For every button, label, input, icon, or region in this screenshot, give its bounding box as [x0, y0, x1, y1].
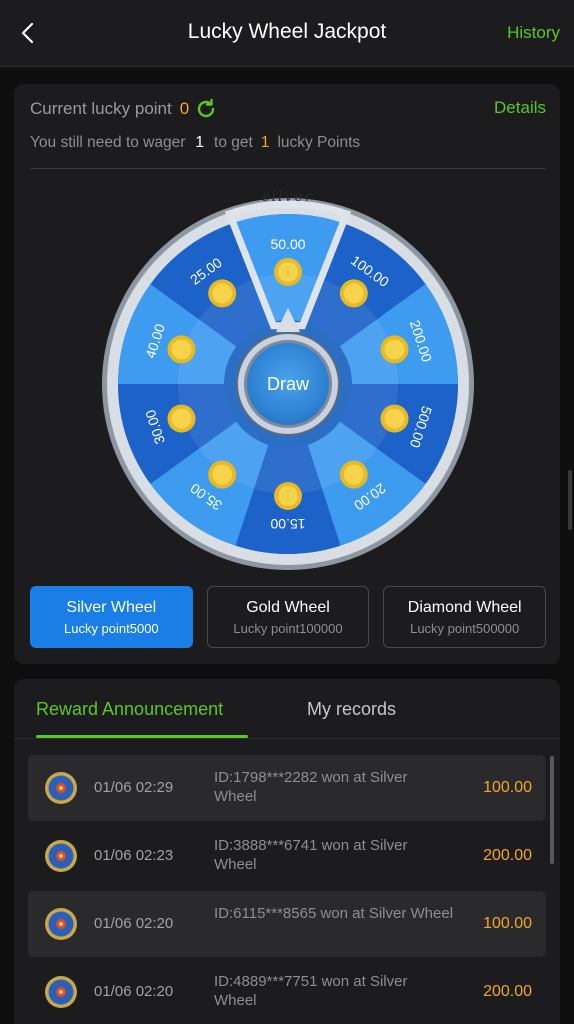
- list-item: 01/06 02:29 ID:1798***2282 won at Silver…: [28, 755, 546, 821]
- announcement-panel: Reward Announcement My records 01/06 02:…: [14, 679, 560, 1024]
- coin-face: [278, 486, 298, 506]
- tab-requirement: Lucky point500000: [410, 620, 520, 636]
- wager-points: 1: [260, 134, 270, 151]
- record-amount: 200.00: [483, 983, 532, 1000]
- record-amount: 100.00: [483, 915, 532, 932]
- history-link[interactable]: History: [507, 23, 560, 43]
- tab-diamond-wheel[interactable]: Diamond Wheel Lucky point500000: [383, 586, 547, 648]
- record-text: ID:3888***6741 won at Silver Wheel: [214, 837, 408, 873]
- tab-reward-announcement[interactable]: Reward Announcement: [36, 699, 223, 720]
- coin-face: [343, 283, 364, 304]
- lucky-point-label: Current lucky point: [30, 99, 172, 118]
- wager-amount: 1: [195, 134, 205, 151]
- records-scrollbar[interactable]: [550, 756, 554, 864]
- lucky-wheel[interactable]: 50.00 100.00 200.00 500.00 20.00 15.00 35.00 30…: [98, 189, 478, 574]
- page-title: Lucky Wheel Jackpot: [187, 20, 387, 43]
- tab-requirement: Lucky point100000: [233, 620, 343, 636]
- segment-value: 15.00: [270, 516, 306, 532]
- silver-wheel-coin-icon: [45, 908, 77, 940]
- wager-prefix: You still need to wager: [30, 134, 186, 151]
- record-amount: 200.00: [483, 847, 532, 864]
- coin-face: [171, 408, 192, 429]
- list-item: 01/06 02:23 ID:3888***6741 won at Silver…: [28, 823, 546, 889]
- record-time: 01/06 02:29: [94, 779, 174, 796]
- wager-suffix: lucky Points: [277, 134, 361, 151]
- wager-hint: You still need to wager 1 to get 1 lucky Poi…: [30, 134, 360, 152]
- tab-my-records[interactable]: My records: [307, 699, 396, 720]
- record-time: 01/06 02:23: [94, 847, 174, 864]
- header-bar: Lucky Wheel Jackpot History: [0, 0, 574, 67]
- coin-face: [343, 464, 364, 485]
- lucky-point-value: 0: [179, 99, 190, 118]
- tab-name: Gold Wheel: [246, 598, 330, 616]
- coin-face: [212, 464, 233, 485]
- active-tab-indicator: [36, 735, 248, 738]
- coin-face: [384, 408, 405, 429]
- coin-face: [171, 339, 192, 360]
- details-link[interactable]: Details: [494, 98, 546, 118]
- tab-requirement: Lucky point5000: [63, 620, 159, 636]
- records-list: 01/06 02:29 ID:1798***2282 won at Silver…: [28, 755, 546, 1024]
- coin-face: [278, 262, 298, 282]
- tab-gold-wheel[interactable]: Gold Wheel Lucky point100000: [206, 586, 370, 648]
- coin-face: [384, 339, 405, 360]
- list-item: 01/06 02:20 ID:4889***7751 won at Silver…: [28, 959, 546, 1024]
- wheel-pointer-icon: [276, 308, 300, 332]
- coin-face: [212, 283, 233, 304]
- wheel-tier-tag: silver: [262, 189, 314, 205]
- wheel-type-tabs: Silver Wheel Lucky point5000 Gold Wheel …: [30, 586, 547, 648]
- draw-button[interactable]: Draw: [238, 334, 338, 434]
- divider: [30, 168, 546, 169]
- record-text: ID:1798***2282 won at Silver Wheel: [214, 769, 408, 805]
- record-time: 01/06 02:20: [94, 915, 174, 932]
- tab-silver-wheel[interactable]: Silver Wheel Lucky point5000: [30, 586, 193, 648]
- lucky-wheel-card: Current lucky point 0 Details You still …: [14, 84, 560, 664]
- refresh-icon[interactable]: [195, 98, 217, 120]
- record-time: 01/06 02:20: [94, 983, 174, 1000]
- lucky-point-row: Current lucky point 0: [30, 98, 217, 120]
- list-item: 01/06 02:20 ID:6115***8565 won at Silver…: [28, 891, 546, 957]
- record-text: ID:6115***8565 won at Silver Wheel: [214, 905, 454, 922]
- wager-middle: to get: [214, 134, 253, 151]
- draw-label: Draw: [266, 373, 309, 394]
- record-amount: 100.00: [483, 779, 532, 796]
- tab-name: Silver Wheel: [66, 598, 157, 616]
- tab-name: Diamond Wheel: [407, 598, 522, 616]
- silver-wheel-coin-icon: [45, 976, 77, 1008]
- announcement-tabs: Reward Announcement My records: [14, 679, 560, 739]
- record-text: ID:4889***7751 won at Silver Wheel: [214, 973, 408, 1009]
- silver-wheel-coin-icon: [45, 840, 77, 872]
- segment-value: 50.00: [270, 236, 306, 252]
- page-scrollbar[interactable]: [568, 470, 572, 530]
- silver-wheel-coin-icon: [45, 772, 77, 804]
